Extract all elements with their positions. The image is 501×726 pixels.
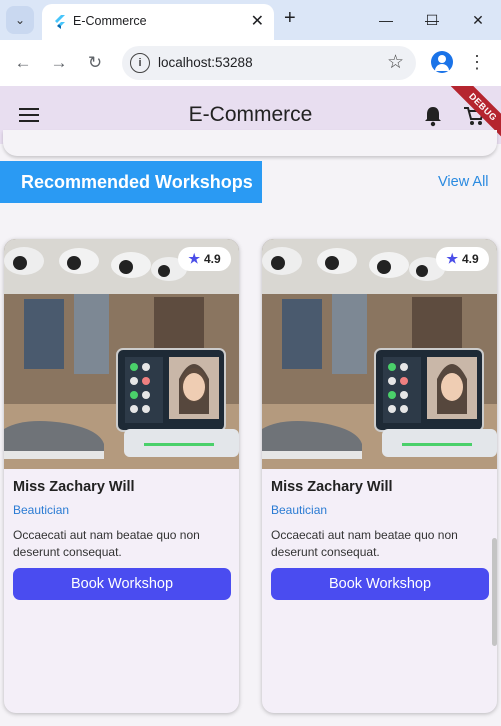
site-info-icon[interactable]: i <box>130 53 150 73</box>
workshop-description: Occaecati aut nam beatae quo non deserun… <box>271 528 458 559</box>
minimize-button[interactable]: — <box>366 6 406 34</box>
workshop-description: Occaecati aut nam beatae quo non deserun… <box>13 528 200 559</box>
section-title: Recommended Workshops <box>21 172 253 192</box>
book-workshop-button[interactable]: Book Workshop <box>13 568 231 600</box>
reload-icon[interactable]: ↻ <box>82 50 108 76</box>
back-icon[interactable]: ← <box>10 50 36 76</box>
flutter-icon <box>55 15 65 29</box>
browser-tab[interactable]: E-Commerce ✕ <box>42 4 274 40</box>
rating-badge: ★ 4.9 <box>436 247 489 271</box>
star-icon: ★ <box>446 251 458 266</box>
chevron-down-icon: ⌄ <box>14 13 26 27</box>
scrollbar-thumb[interactable] <box>492 538 497 646</box>
instructor-role: Beautician <box>271 503 328 517</box>
workshop-image <box>262 239 497 469</box>
more-options-icon[interactable]: ⋮ <box>468 52 486 73</box>
notification-bell-icon[interactable] <box>423 105 443 127</box>
rating-value: 4.9 <box>461 252 479 266</box>
bookmark-star-icon[interactable]: ☆ <box>387 51 404 74</box>
forward-icon[interactable]: → <box>46 50 72 76</box>
close-tab-icon[interactable]: ✕ <box>251 11 264 31</box>
instructor-role: Beautician <box>13 503 70 517</box>
rating-badge: ★ 4.9 <box>178 247 231 271</box>
workshop-card[interactable]: ★ 4.9 Miss Zachary Will Beautician Occae… <box>4 239 239 713</box>
rating-value: 4.9 <box>203 252 221 266</box>
url-text[interactable]: localhost:53288 <box>158 55 253 70</box>
workshop-card[interactable]: ★ 4.9 Miss Zachary Will Beautician Occae… <box>262 239 497 713</box>
close-window-icon[interactable]: ✕ <box>458 6 498 34</box>
view-all-link[interactable]: View All <box>438 174 489 190</box>
address-bar[interactable]: i localhost:53288 ☆ <box>122 46 416 80</box>
section-header: Recommended Workshops <box>0 161 262 203</box>
workshop-image <box>4 239 239 469</box>
profile-avatar-icon[interactable] <box>431 51 453 73</box>
browser-toolbar: ← → ↻ i localhost:53288 ☆ <box>0 40 501 86</box>
maximize-icon[interactable]: ☐ <box>412 6 452 34</box>
star-icon: ★ <box>188 251 200 266</box>
instructor-name: Miss Zachary Will <box>13 479 135 495</box>
instructor-name: Miss Zachary Will <box>271 479 393 495</box>
tab-title: E-Commerce <box>73 14 147 28</box>
tab-search-button[interactable]: ⌄ <box>6 6 34 34</box>
new-tab-icon[interactable]: + <box>284 7 296 30</box>
browser-tab-strip: ⌄ E-Commerce ✕ + — — ☐ ✕ <box>0 0 501 40</box>
previous-card-edge <box>3 130 497 156</box>
book-workshop-button[interactable]: Book Workshop <box>271 568 489 600</box>
